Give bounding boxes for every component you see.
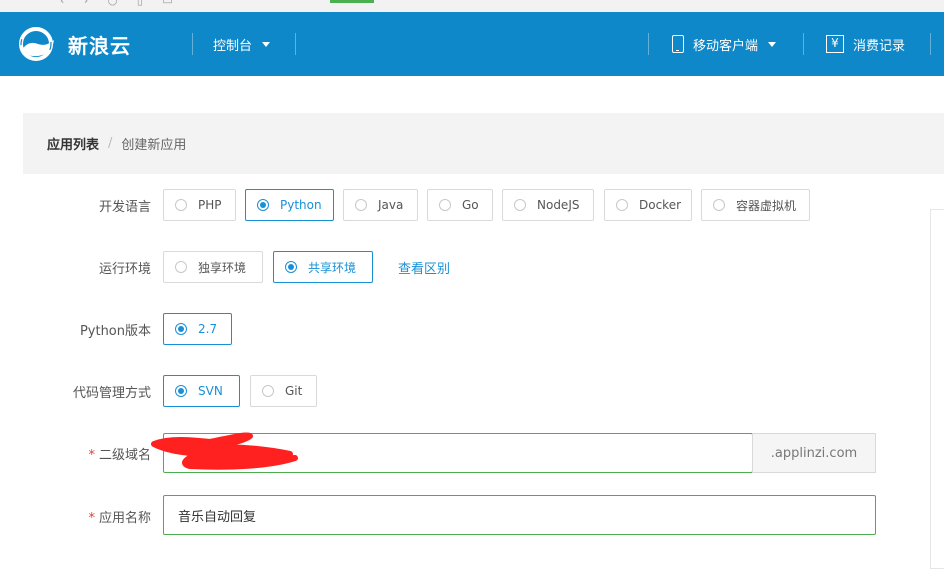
subdomain-label-text: 二级域名 <box>98 448 151 463</box>
phone-icon <box>672 35 684 53</box>
language-option-nodejs[interactable]: NodeJS <box>502 189 594 221</box>
language-label: 开发语言 <box>98 200 151 215</box>
language-option-php[interactable]: PHP <box>163 189 236 221</box>
subdomain-label: * 二级域名 <box>0 444 151 463</box>
option-label: SVN <box>198 384 223 398</box>
radio-circle <box>514 199 526 211</box>
python-version-label: Python版本 <box>79 324 151 339</box>
app-name-input[interactable]: 音乐自动回复 <box>163 495 876 535</box>
caret-down-icon <box>262 41 271 47</box>
console-menu-label: 控制台 <box>213 38 253 54</box>
cloud-logo-icon <box>19 27 54 61</box>
vcs-option-svn[interactable]: SVN <box>163 375 240 407</box>
browser-toolbar-fragment: ‹ › ○ ▯ ▭ <box>60 0 181 7</box>
nav-divider <box>648 33 649 55</box>
radio-circle <box>175 261 187 273</box>
breadcrumb: 应用列表 / 创建新应用 <box>23 113 944 174</box>
app-name-label: * 应用名称 <box>0 507 151 526</box>
vcs-label: 代码管理方式 <box>72 386 151 401</box>
billing-records-link[interactable]: ¥ 消费记录 <box>826 32 905 56</box>
environment-option-dedicated[interactable]: 独享环境 <box>163 251 263 283</box>
brand-logo[interactable]: 新浪云 <box>14 26 131 62</box>
option-label: Python <box>280 198 322 212</box>
breadcrumb-separator: / <box>108 136 113 151</box>
environment-option-shared[interactable]: 共享环境 <box>273 251 373 283</box>
python-version-row: Python版本 2.7 <box>0 313 944 345</box>
browser-chrome-strip: ‹ › ○ ▯ ▭ <box>0 0 944 12</box>
required-mark: * <box>88 448 95 463</box>
nav-divider <box>803 33 804 55</box>
radio-circle <box>175 385 187 397</box>
option-label: Docker <box>639 198 682 212</box>
language-option-go[interactable]: Go <box>427 189 493 221</box>
language-option-python[interactable]: Python <box>245 189 334 221</box>
redaction-scribble <box>151 432 298 470</box>
nav-divider <box>930 33 931 55</box>
language-option-java[interactable]: Java <box>343 189 418 221</box>
nav-divider <box>295 33 296 55</box>
app-name-label-text: 应用名称 <box>98 511 151 526</box>
caret-down-icon <box>768 41 777 47</box>
yen-icon: ¥ <box>826 35 844 53</box>
environment-row: 运行环境 独享环境 共享环境 查看区别 <box>0 251 944 283</box>
breadcrumb-app-list[interactable]: 应用列表 <box>47 134 99 153</box>
vcs-row: 代码管理方式 SVN Git <box>0 375 944 407</box>
required-mark: * <box>88 511 95 526</box>
view-difference-link[interactable]: 查看区别 <box>398 258 450 277</box>
breadcrumb-current: 创建新应用 <box>121 138 187 153</box>
vcs-option-git[interactable]: Git <box>250 375 317 407</box>
option-label: NodeJS <box>537 198 580 212</box>
option-label: Go <box>462 198 479 212</box>
billing-records-label: 消费记录 <box>853 38 906 54</box>
mobile-client-menu[interactable]: 移动客户端 <box>672 32 777 56</box>
console-menu[interactable]: 控制台 <box>213 32 271 56</box>
python-version-option-2-7[interactable]: 2.7 <box>163 313 232 345</box>
radio-circle <box>262 385 274 397</box>
radio-circle <box>175 199 187 211</box>
language-row: 开发语言 PHP Python Java Go NodeJS Docker 容器… <box>0 189 944 221</box>
radio-circle <box>713 199 725 211</box>
option-label: 容器虚拟机 <box>736 198 797 213</box>
option-label: 2.7 <box>198 322 218 336</box>
radio-circle <box>257 199 269 211</box>
option-label: Git <box>285 384 303 398</box>
option-label: 独享环境 <box>198 260 247 275</box>
radio-circle <box>439 199 451 211</box>
radio-circle <box>355 199 367 211</box>
subdomain-suffix: .applinzi.com <box>752 433 876 473</box>
top-navigation-bar: 新浪云 控制台 移动客户端 ¥ 消费记录 <box>0 12 944 76</box>
nav-divider <box>192 33 193 55</box>
option-label: 共享环境 <box>308 260 357 275</box>
brand-name: 新浪云 <box>68 33 131 58</box>
radio-circle <box>285 261 297 273</box>
option-label: Java <box>378 198 404 212</box>
mobile-client-label: 移动客户端 <box>693 38 759 54</box>
environment-label: 运行环境 <box>98 262 151 277</box>
option-label: PHP <box>198 198 222 212</box>
browser-tab-indicator <box>330 0 374 3</box>
radio-circle <box>616 199 628 211</box>
language-option-docker[interactable]: Docker <box>604 189 692 221</box>
language-option-container-vm[interactable]: 容器虚拟机 <box>701 189 810 221</box>
radio-circle <box>175 323 187 335</box>
